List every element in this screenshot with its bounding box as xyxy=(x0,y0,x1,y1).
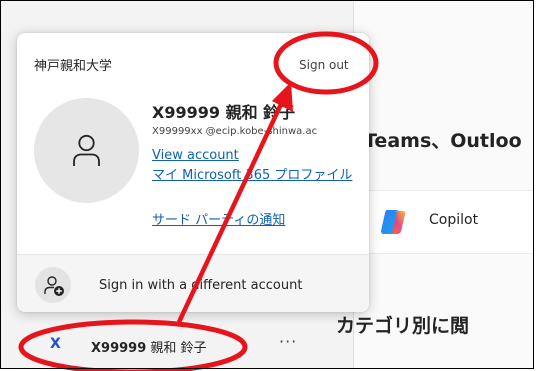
account-row-display-name: 親和 鈴子 xyxy=(150,341,207,356)
user-email: X99999xx @ecip.kobe-shinwa.ac xyxy=(152,126,318,137)
add-account-avatar xyxy=(35,267,71,303)
profile-link[interactable]: マイ Microsoft 365 プロファイル xyxy=(152,167,354,185)
user-display-name: X99999 親和 鈴子 xyxy=(152,103,296,122)
add-account-row[interactable]: Sign in with a different account xyxy=(17,254,369,312)
account-initial: X xyxy=(50,336,61,352)
category-heading: カテゴリ別に閲 xyxy=(336,315,470,337)
account-row-id: X99999 xyxy=(91,341,147,356)
avatar xyxy=(34,98,139,203)
account-row[interactable]: X X99999 親和 鈴子 ··· xyxy=(30,326,330,364)
person-add-icon xyxy=(44,276,64,296)
apps-heading: Teams、Outloo xyxy=(364,130,522,152)
more-options-button[interactable]: ··· xyxy=(279,332,297,351)
copilot-app-tile[interactable]: Copilot xyxy=(354,190,534,254)
person-icon xyxy=(73,134,100,166)
view-account-link[interactable]: View account xyxy=(152,148,239,163)
organization-name: 神戸親和大学 xyxy=(34,59,113,74)
account-row-name: X99999 親和 鈴子 xyxy=(91,337,207,356)
third-party-notices-link[interactable]: サード パーティの通知 xyxy=(152,209,285,228)
copilot-logo-icon xyxy=(380,210,406,234)
copilot-label: Copilot xyxy=(429,212,479,228)
account-manager-card: 神戸親和大学 Sign out X99999 親和 鈴子 X99999xx @e… xyxy=(17,33,369,312)
sign-out-button[interactable]: Sign out xyxy=(299,58,349,72)
sign-in-different-account-button[interactable]: Sign in with a different account xyxy=(99,278,302,293)
